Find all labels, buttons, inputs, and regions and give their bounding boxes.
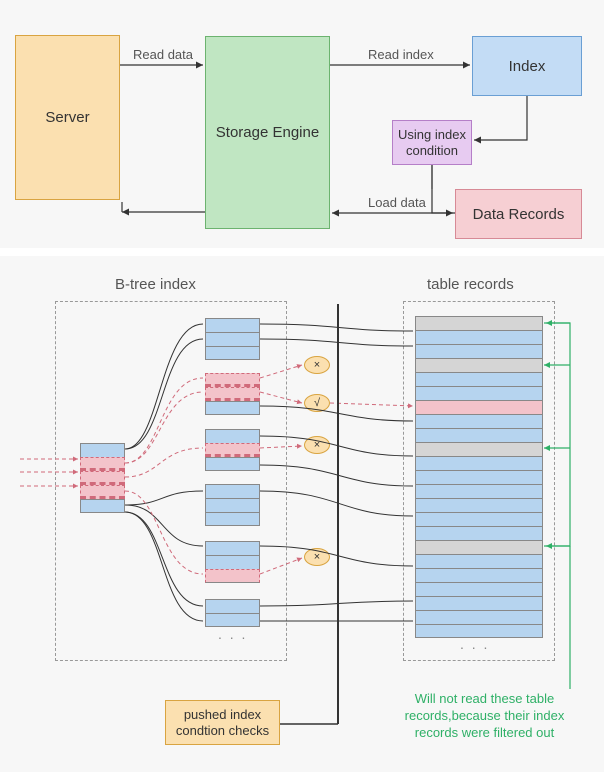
- btree-leaf-5: [205, 541, 260, 583]
- read-index-label: Read index: [368, 47, 434, 62]
- btree-leaf-1: [205, 318, 260, 360]
- pushed-checks-box: pushed index condtion checks: [165, 700, 280, 745]
- btree-leaf-4: [205, 484, 260, 526]
- index-box: Index: [472, 36, 582, 96]
- bottom-btree-diagram: B-tree index table records . . .: [0, 256, 604, 772]
- condition-box: Using index condition: [392, 120, 472, 165]
- data-records-box: Data Records: [455, 189, 582, 239]
- btree-leaf-6: [205, 599, 260, 627]
- btree-dots: . . .: [218, 626, 247, 642]
- btree-root: [80, 443, 125, 513]
- server-label: Server: [45, 109, 89, 126]
- filter-oval-4: ×: [304, 548, 330, 566]
- cross-icon: ×: [314, 439, 320, 451]
- table-records-stack: [415, 316, 543, 638]
- cross-icon: ×: [314, 359, 320, 371]
- read-data-label: Read data: [133, 47, 193, 62]
- filter-oval-1: ×: [304, 356, 330, 374]
- btree-title: B-tree index: [115, 276, 196, 293]
- storage-engine-label: Storage Engine: [216, 124, 319, 141]
- data-records-label: Data Records: [473, 206, 565, 223]
- top-flow-diagram: Server Storage Engine Index Using index …: [0, 0, 604, 248]
- records-dots: . . .: [460, 636, 489, 652]
- check-icon: √: [314, 397, 320, 409]
- records-title: table records: [427, 276, 514, 293]
- load-data-label: Load data: [368, 195, 426, 210]
- index-label: Index: [509, 58, 546, 75]
- filter-message: Will not read these table records,becaus…: [402, 691, 567, 742]
- filter-oval-3: ×: [304, 436, 330, 454]
- filter-oval-2: √: [304, 394, 330, 412]
- pushed-checks-label: pushed index condtion checks: [166, 707, 279, 738]
- storage-engine-box: Storage Engine: [205, 36, 330, 229]
- cross-icon: ×: [314, 551, 320, 563]
- server-box: Server: [15, 35, 120, 200]
- btree-leaf-2: [205, 373, 260, 415]
- btree-leaf-3: [205, 429, 260, 471]
- condition-label: Using index condition: [393, 127, 471, 158]
